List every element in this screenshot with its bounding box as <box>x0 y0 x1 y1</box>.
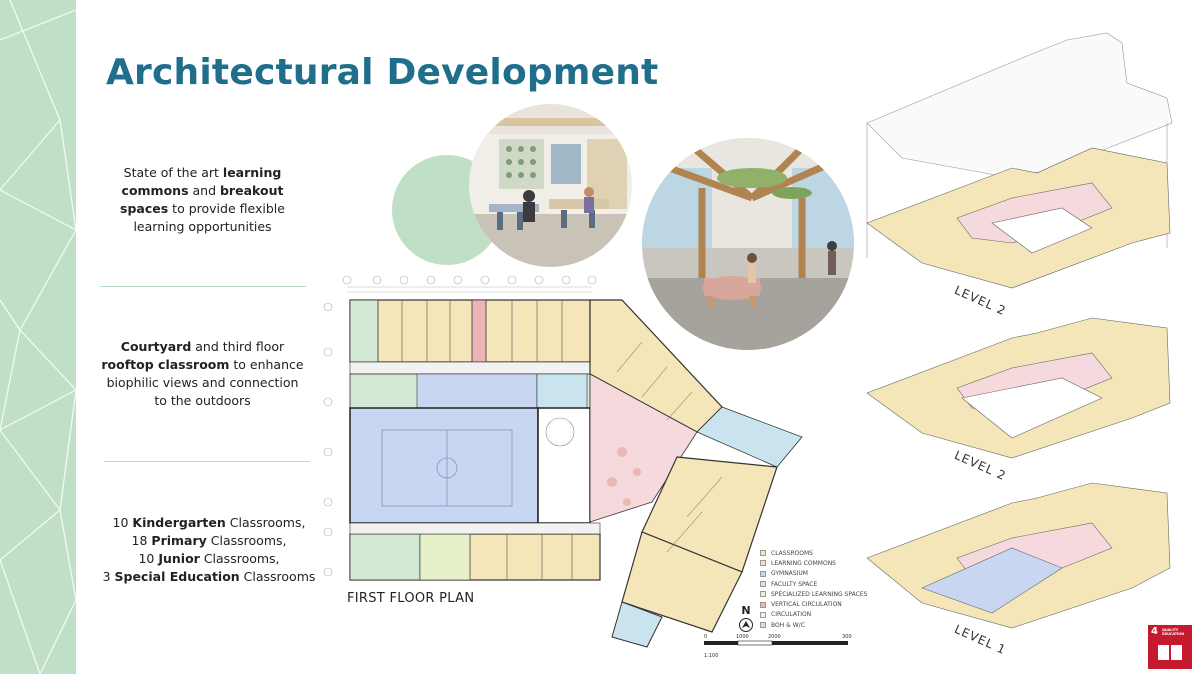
legend-label: SPECIALIZED LEARNING SPACES <box>771 590 868 598</box>
legend-item: CIRCULATION <box>760 610 870 620</box>
legend-label: FACULTY SPACE <box>771 580 818 588</box>
text-run-bold: rooftop classroom <box>101 357 230 372</box>
legend-label: LEARNING COMMONS <box>771 559 836 567</box>
legend-item: LEARNING COMMONS <box>760 558 870 568</box>
legend-item: VERTICAL CIRCULATION <box>760 599 870 609</box>
classroom-line: 3 Special Education Classrooms <box>100 568 318 586</box>
text-run: 10 <box>138 551 159 566</box>
scale-bar: 0 1000 2000 3000 1:100 <box>702 630 855 660</box>
axonometric-levels <box>862 28 1190 668</box>
text-run: 10 <box>112 515 133 530</box>
text-run-bold: Special Education <box>114 569 240 584</box>
legend-swatch <box>760 560 766 567</box>
text-run: and <box>188 183 220 198</box>
legend-item: CLASSROOMS <box>760 548 870 558</box>
scale-ratio: 1:100 <box>704 653 718 659</box>
scale-tick: 2000 <box>768 634 781 640</box>
legend-swatch <box>760 570 766 577</box>
text-block-courtyard: Courtyard and third floor rooftop classr… <box>100 338 305 410</box>
legend-label: BOH & W/C <box>771 621 805 629</box>
legend-swatch <box>760 591 766 598</box>
slide-title: Architectural Development <box>106 52 659 93</box>
classroom-line: 10 Junior Classrooms, <box>100 550 318 568</box>
classroom-line: 10 Kindergarten Classrooms, <box>100 514 318 532</box>
classroom-line: 18 Primary Classrooms, <box>100 532 318 550</box>
scale-tick: 3000 <box>842 634 852 640</box>
legend-swatch <box>760 622 766 629</box>
legend-label: GYMNASIUM <box>771 570 808 578</box>
scale-tick: 0 <box>704 634 707 640</box>
legend-swatch <box>760 611 766 618</box>
legend-label: VERTICAL CIRCULATION <box>771 601 842 609</box>
plan-legend: CLASSROOMS LEARNING COMMONS GYMNASIUM FA… <box>760 548 870 630</box>
text-run-bold: Kindergarten <box>132 515 226 530</box>
text-run: 18 <box>131 533 152 548</box>
text-run: and third floor <box>191 339 285 354</box>
legend-item: FACULTY SPACE <box>760 579 870 589</box>
text-run: Classrooms, <box>225 515 306 530</box>
legend-label: CIRCULATION <box>771 611 812 619</box>
legend-label: CLASSROOMS <box>771 549 813 557</box>
legend-swatch <box>760 601 766 608</box>
decorative-left-band <box>0 0 76 674</box>
text-run: 3 <box>102 569 115 584</box>
scale-tick: 1000 <box>736 634 749 640</box>
text-run: Classrooms, <box>199 551 280 566</box>
north-letter: N <box>741 604 751 617</box>
text-run: Classrooms <box>239 569 316 584</box>
learning-commons-rendering <box>469 104 632 267</box>
sdg-quality-education-badge: 4 QUALITY EDUCATION <box>1148 625 1192 669</box>
book-icon <box>1158 645 1182 660</box>
text-run: Classrooms, <box>206 533 287 548</box>
divider-line <box>100 286 306 287</box>
text-run: State of the art <box>123 165 223 180</box>
divider-line <box>104 461 310 462</box>
text-block-learning-commons: State of the art learning commons and br… <box>100 164 305 236</box>
plan-title: FIRST FLOOR PLAN <box>347 591 475 606</box>
legend-item: SPECIALIZED LEARNING SPACES <box>760 589 870 599</box>
text-run-bold: Courtyard <box>120 339 192 354</box>
text-block-classrooms: 10 Kindergarten Classrooms, 18 Primary C… <box>100 514 318 586</box>
legend-swatch <box>760 550 766 557</box>
text-run-bold: Primary <box>151 533 207 548</box>
legend-swatch <box>760 581 766 588</box>
legend-item: GYMNASIUM <box>760 569 870 579</box>
legend-item: BOH & W/C <box>760 620 870 630</box>
decorative-lines <box>0 0 76 674</box>
text-run-bold: Junior <box>158 551 200 566</box>
